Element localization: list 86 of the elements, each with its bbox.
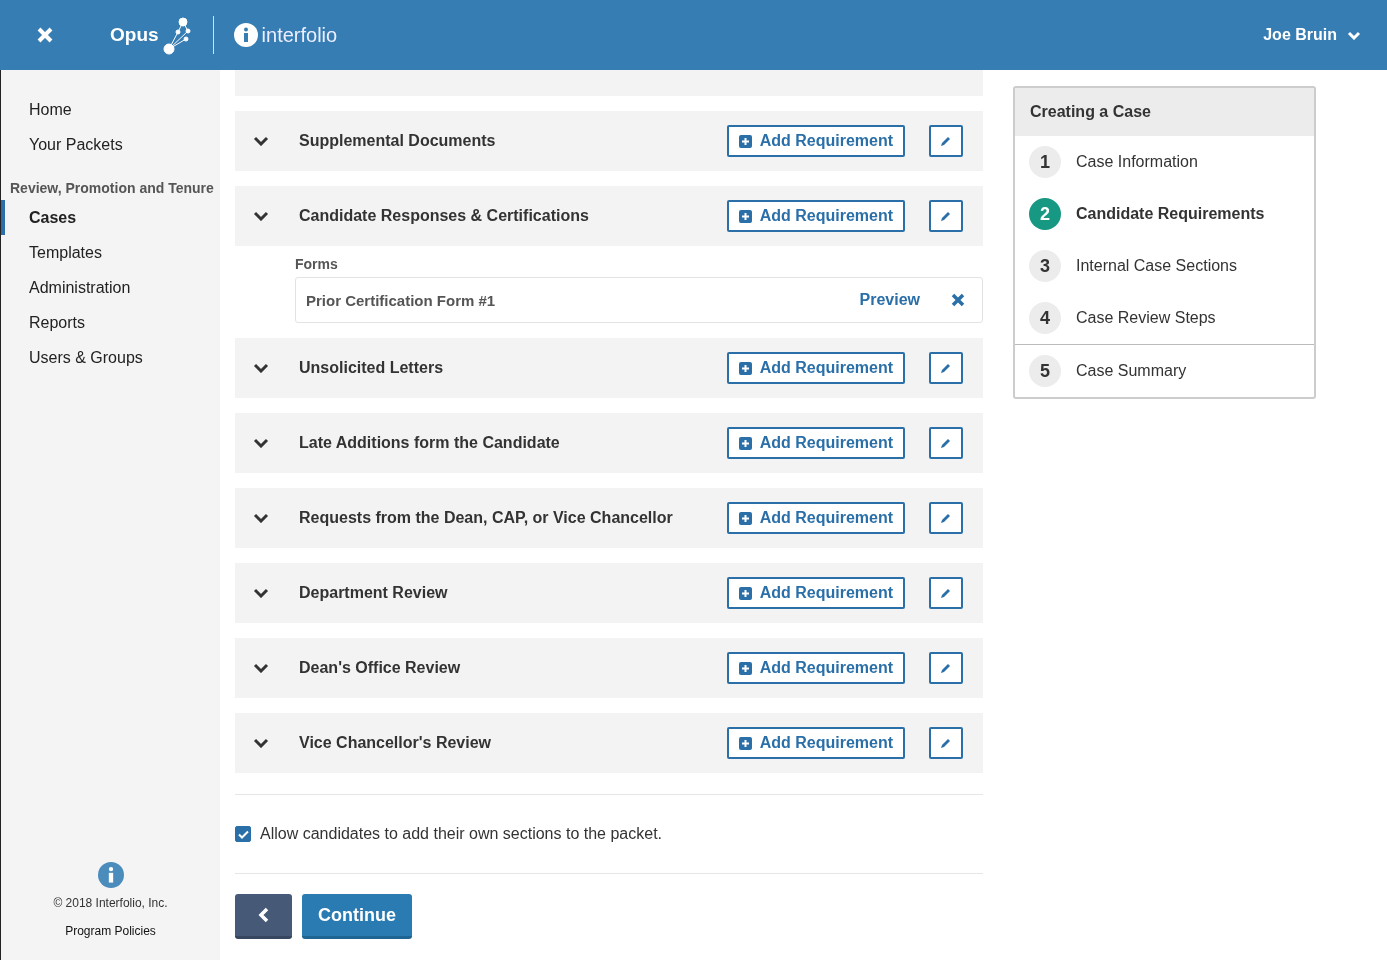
- user-menu[interactable]: Joe Bruin: [1257, 25, 1367, 45]
- step-item[interactable]: 1 Case Information: [1029, 136, 1314, 188]
- chevron-down-icon[interactable]: [253, 513, 269, 523]
- plus-square-icon: [738, 436, 752, 450]
- nav-link[interactable]: Your Packets: [1, 127, 220, 162]
- brand-logo-text: Opus: [110, 24, 159, 46]
- plus-square-icon: [738, 586, 752, 600]
- policies-link[interactable]: Program Policies: [65, 924, 156, 938]
- partner-logo-text: interfolio: [261, 23, 338, 47]
- edit-button[interactable]: [929, 577, 963, 609]
- chevron-left-icon: [257, 907, 270, 923]
- add-requirement-button[interactable]: Add Requirement: [726, 727, 905, 759]
- plus-square-icon: [738, 736, 752, 750]
- section-title: Dean's Office Review: [299, 659, 462, 677]
- edit-button[interactable]: [929, 427, 963, 459]
- step-number: 5: [1029, 355, 1061, 387]
- info-icon: [233, 23, 258, 47]
- edit-button[interactable]: [929, 200, 963, 232]
- pencil-icon: [940, 587, 952, 599]
- chevron-down-icon[interactable]: [253, 438, 269, 448]
- form-name: Prior Certification Form #1: [306, 291, 497, 309]
- nav-link[interactable]: Home: [1, 92, 220, 127]
- continue-button[interactable]: Continue: [302, 894, 412, 939]
- step-item[interactable]: 4 Case Review Steps: [1029, 292, 1314, 344]
- chevron-down-icon: [1347, 30, 1361, 40]
- pencil-icon: [940, 662, 952, 674]
- section-title: Unsolicited Letters: [299, 359, 445, 377]
- pencil-icon: [940, 437, 952, 449]
- step-item[interactable]: 2 Candidate Requirements: [1029, 188, 1314, 240]
- nav-link[interactable]: Reports: [1, 305, 220, 340]
- nav-link[interactable]: Users & Groups: [1, 340, 220, 375]
- chevron-down-icon[interactable]: [253, 738, 269, 748]
- add-requirement-button[interactable]: Add Requirement: [726, 652, 905, 684]
- nav-link[interactable]: Cases: [1, 200, 220, 235]
- plus-square-icon: [738, 661, 752, 675]
- copyright-text: © 2018 Interfolio, Inc.: [53, 896, 168, 910]
- edit-button[interactable]: [929, 727, 963, 759]
- step-item[interactable]: 5 Case Summary: [1029, 345, 1314, 397]
- nav-link[interactable]: Templates: [1, 235, 220, 270]
- plus-square-icon: [738, 134, 752, 148]
- plus-square-icon: [738, 361, 752, 375]
- network-nodes-icon: [160, 14, 191, 56]
- chevron-down-icon[interactable]: [253, 211, 269, 221]
- pencil-icon: [940, 210, 952, 222]
- section-title: Department Review: [299, 584, 449, 602]
- add-requirement-button[interactable]: Add Requirement: [726, 125, 905, 157]
- add-requirement-button[interactable]: Add Requirement: [726, 502, 905, 534]
- checkbox-label: Allow candidates to add their own sections to the packet.: [260, 825, 662, 843]
- add-requirement-button[interactable]: Add Requirement: [726, 577, 905, 609]
- back-button[interactable]: [235, 894, 292, 939]
- pencil-icon: [940, 135, 952, 147]
- edit-button[interactable]: [929, 125, 963, 157]
- plus-square-icon: [738, 511, 752, 525]
- add-requirement-button[interactable]: Add Requirement: [726, 200, 905, 232]
- section-title: Vice Chancellor's Review: [299, 734, 493, 752]
- section-title: Late Additions form the Candidate: [299, 434, 561, 452]
- close-icon[interactable]: [35, 25, 55, 45]
- step-number: 1: [1029, 146, 1061, 178]
- section-title: Supplemental Documents: [299, 132, 497, 150]
- pencil-icon: [940, 512, 952, 524]
- pencil-icon: [940, 362, 952, 374]
- section-title: Requests from the Dean, CAP, or Vice Chancellor: [299, 509, 674, 527]
- step-number: 3: [1029, 250, 1061, 282]
- edit-button[interactable]: [929, 652, 963, 684]
- info-icon[interactable]: [97, 862, 124, 888]
- remove-icon[interactable]: [950, 292, 966, 308]
- step-number: 2: [1029, 198, 1061, 230]
- forms-label: Forms: [295, 256, 339, 272]
- nav-section-heading: Review, Promotion and Tenure: [9, 179, 215, 198]
- edit-button[interactable]: [929, 352, 963, 384]
- chevron-down-icon[interactable]: [253, 363, 269, 373]
- chevron-down-icon[interactable]: [253, 663, 269, 673]
- chevron-down-icon[interactable]: [253, 136, 269, 146]
- step-item[interactable]: 3 Internal Case Sections: [1029, 240, 1314, 292]
- edit-button[interactable]: [929, 502, 963, 534]
- pencil-icon: [940, 737, 952, 749]
- add-requirement-button[interactable]: Add Requirement: [726, 427, 905, 459]
- add-requirement-button[interactable]: Add Requirement: [726, 352, 905, 384]
- nav-link[interactable]: Administration: [1, 270, 220, 305]
- plus-square-icon: [738, 209, 752, 223]
- steps-title: Creating a Case: [1015, 88, 1314, 136]
- checkbox[interactable]: [235, 826, 251, 842]
- preview-link[interactable]: Preview: [859, 291, 920, 309]
- section-title: Candidate Responses & Certifications: [299, 207, 590, 225]
- step-number: 4: [1029, 302, 1061, 334]
- chevron-down-icon[interactable]: [253, 588, 269, 598]
